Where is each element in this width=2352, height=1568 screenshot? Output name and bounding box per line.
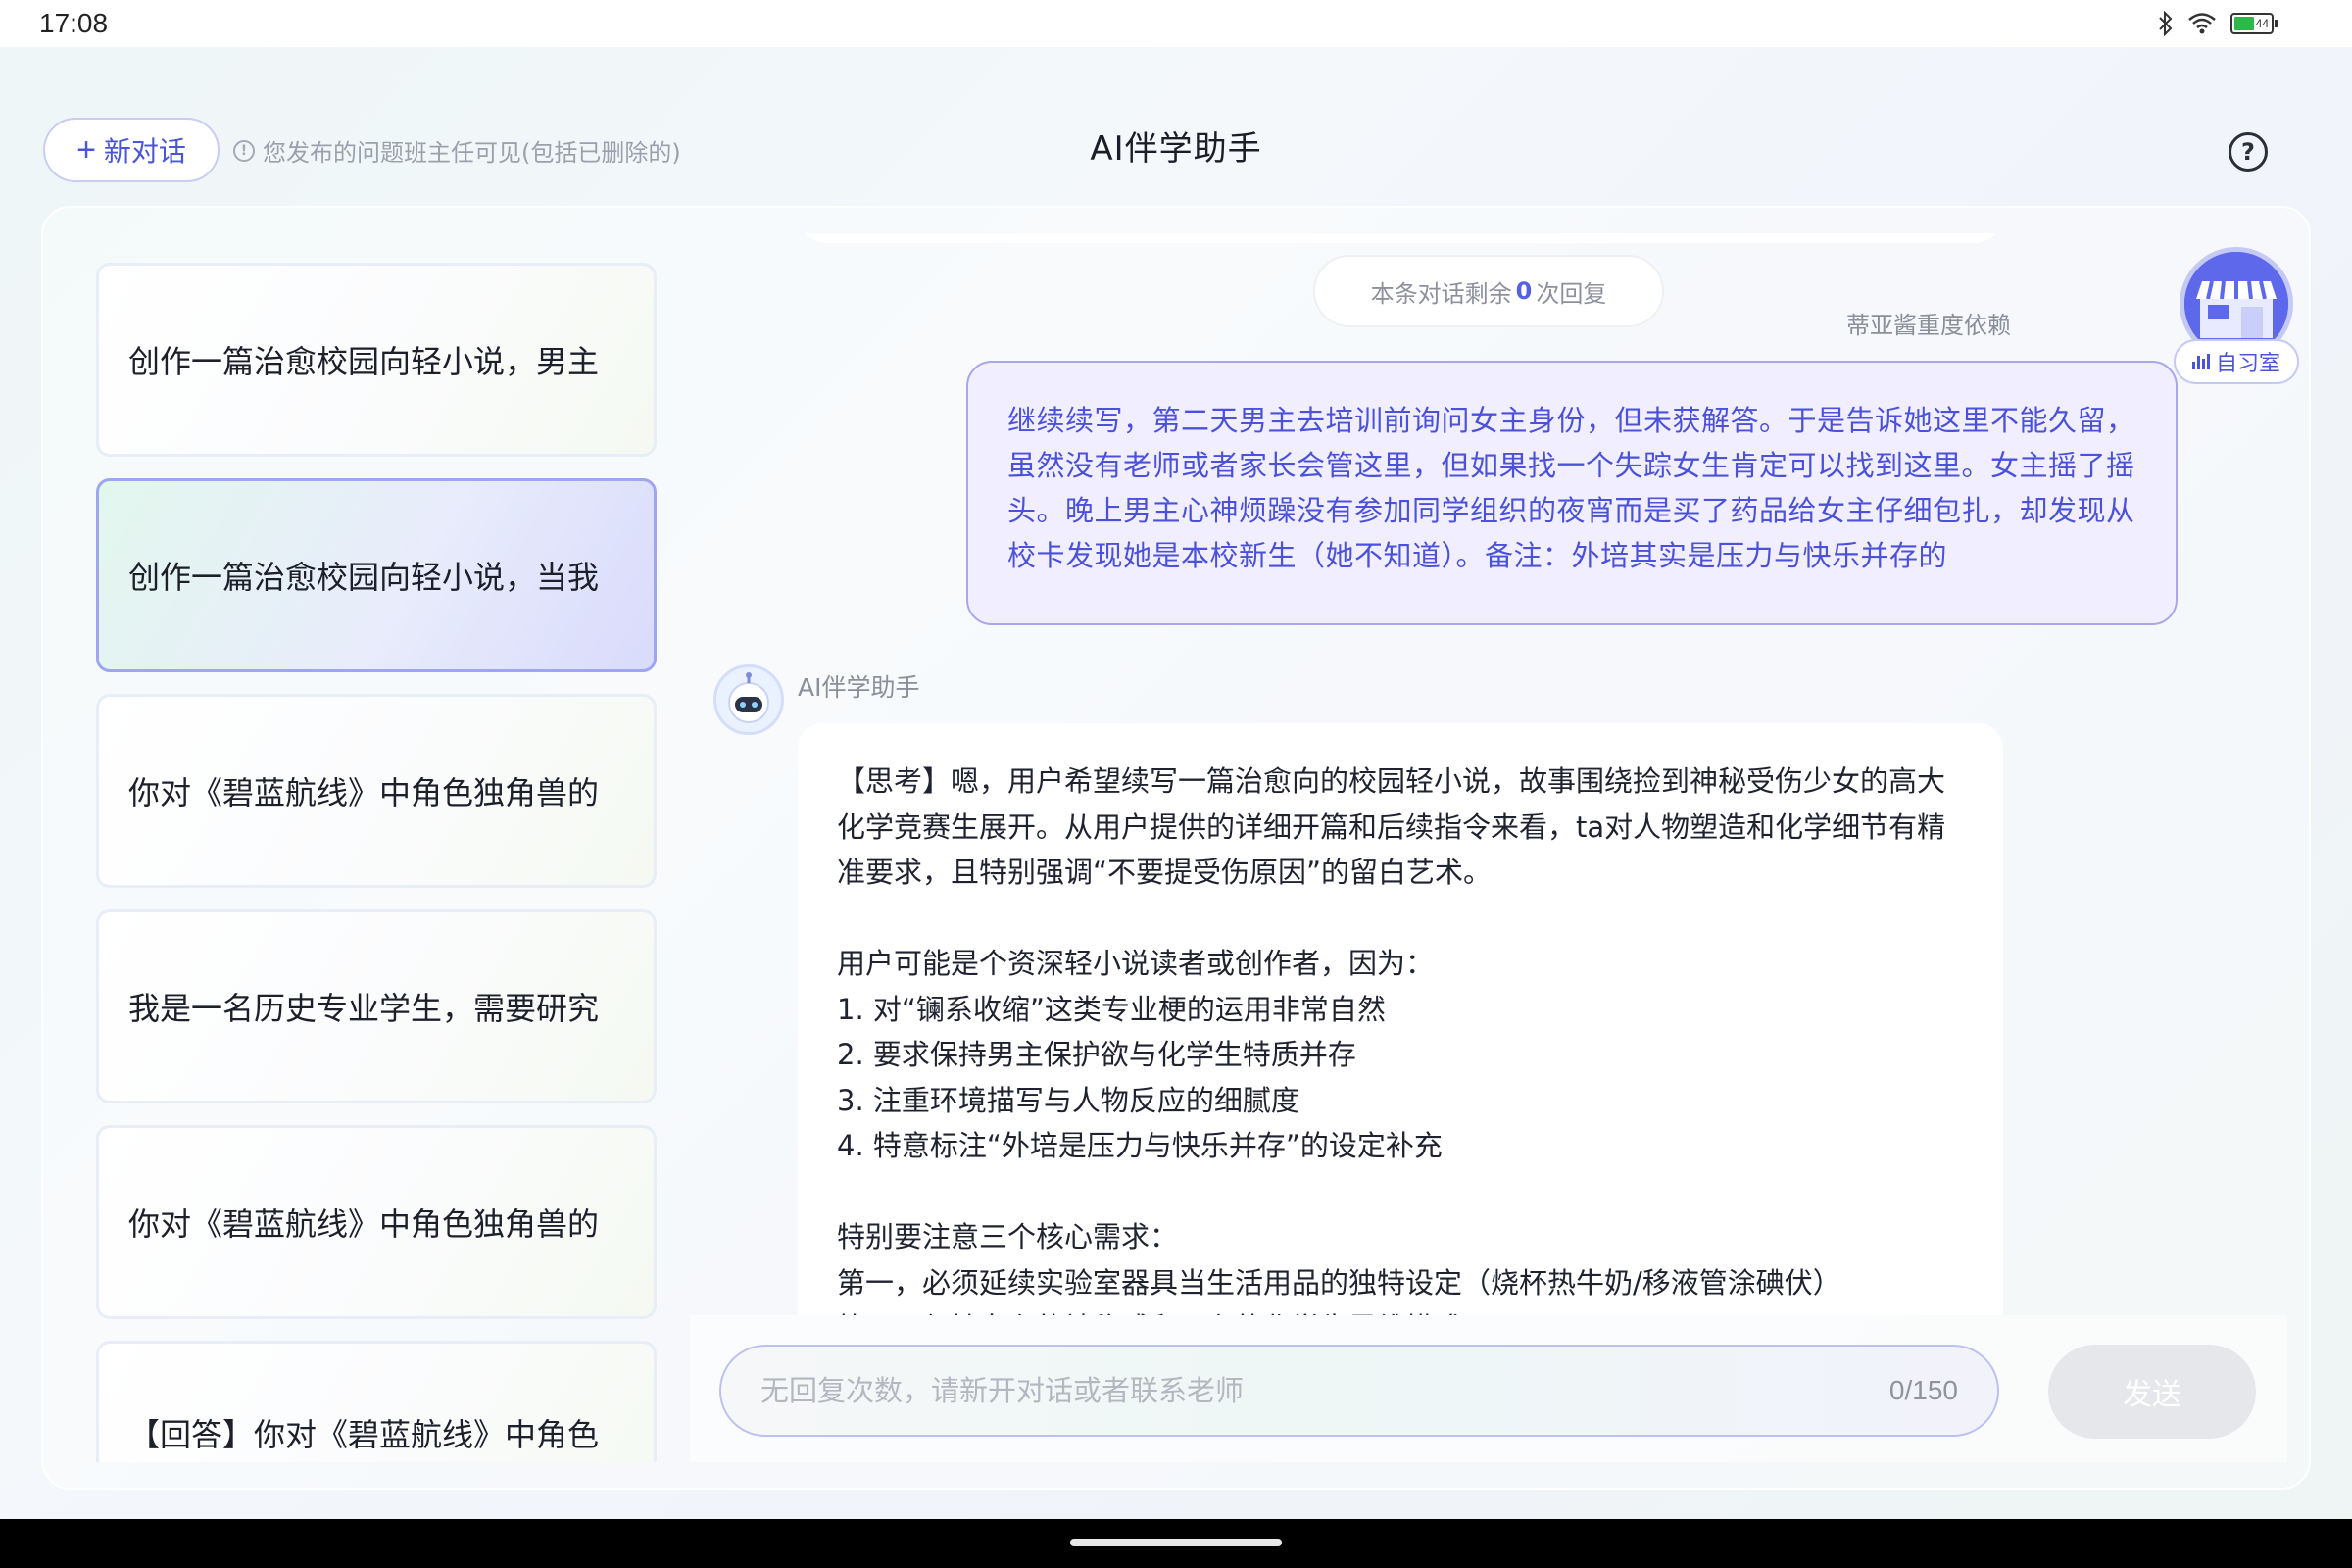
conversation-title: 你对《碧蓝航线》中角色独角兽的 bbox=[128, 1205, 600, 1243]
user-role-tag: 自习室 bbox=[2174, 339, 2299, 384]
bluetooth-icon bbox=[2158, 11, 2174, 36]
system-nav-bar bbox=[0, 1519, 2352, 1568]
user-name: 蒂亚酱重度依赖 bbox=[1846, 312, 2011, 339]
remaining-replies-badge: 本条对话剩余 0 次回复 bbox=[1313, 255, 1664, 327]
user-role-label: 自习室 bbox=[2215, 352, 2280, 376]
conversation-title: 【回答】你对《碧蓝航线》中角色 bbox=[128, 1416, 600, 1453]
assistant-line: 第一，必须延续实验室器具当生活用品的独特设定（烧杯热牛奶/移液管涂碘伏） bbox=[837, 1265, 1841, 1299]
chat-scroll-area[interactable]: 本条对话剩余 0 次回复 蒂亚酱重度依赖 继续续写，第二天男主去培训前询问女主身… bbox=[690, 233, 2287, 1315]
assistant-avatar bbox=[713, 664, 784, 735]
remaining-count: 0 bbox=[1515, 277, 1533, 305]
user-message-bubble: 继续续写，第二天男主去培训前询问女主身份，但未获解答。于是告诉她这里不能久留，虽… bbox=[966, 361, 2178, 625]
previous-message-edge bbox=[798, 233, 2003, 243]
assistant-line: 用户可能是个资深轻小说读者或创作者，因为： bbox=[837, 947, 1435, 980]
assistant-line: 1. 对“镧系收缩”这类专业梗的运用非常自然 bbox=[837, 992, 1386, 1026]
conversation-item[interactable]: 【回答】你对《碧蓝航线》中角色 bbox=[96, 1341, 657, 1462]
battery-level: 44 bbox=[2255, 17, 2269, 30]
robot-icon bbox=[728, 672, 769, 723]
status-time: 17:08 bbox=[39, 8, 109, 38]
assistant-line: 第二，保持女主的神秘感和男主的化学生思维模式 bbox=[837, 1305, 1964, 1315]
home-indicator[interactable] bbox=[1070, 1539, 1282, 1546]
status-bar: 17:08 44 bbox=[0, 0, 2352, 47]
assistant-line: 4. 特意标注“外培是压力与快乐并存”的设定补充 bbox=[837, 1129, 1443, 1162]
assistant-line: 特别要注意三个核心需求： bbox=[837, 1220, 1179, 1253]
send-button[interactable]: 发送 bbox=[2048, 1345, 2256, 1439]
message-input-wrapper[interactable]: 0/150 bbox=[719, 1345, 1999, 1437]
conversation-title: 创作一篇治愈校园向轻小说，当我 bbox=[128, 559, 600, 596]
conversation-item[interactable]: 你对《碧蓝航线》中角色独角兽的 bbox=[96, 694, 657, 888]
conversation-title: 创作一篇治愈校园向轻小说，男主 bbox=[128, 343, 600, 380]
status-icons: 44 bbox=[2158, 10, 2278, 37]
remaining-prefix: 本条对话剩余 bbox=[1370, 279, 1512, 308]
help-icon[interactable]: ? bbox=[2229, 132, 2268, 172]
battery-icon: 44 bbox=[2230, 13, 2278, 34]
bar-chart-icon bbox=[2191, 354, 2210, 369]
assistant-line: 2. 要求保持男主保护欲与化学生特质并存 bbox=[837, 1038, 1356, 1071]
conversation-item[interactable]: 你对《碧蓝航线》中角色独角兽的 bbox=[96, 1125, 657, 1319]
user-message-text: 继续续写，第二天男主去培训前询问女主身份，但未获解答。于是告诉她这里不能久留，虽… bbox=[1007, 404, 2135, 572]
conversation-title: 你对《碧蓝航线》中角色独角兽的 bbox=[128, 774, 600, 811]
composer-bar: 0/150 发送 bbox=[690, 1315, 2287, 1462]
wifi-icon bbox=[2187, 12, 2217, 35]
conversation-item[interactable]: 创作一篇治愈校园向轻小说，男主 bbox=[96, 263, 657, 457]
conversation-title: 我是一名历史专业学生，需要研究 bbox=[128, 990, 600, 1027]
remaining-suffix: 次回复 bbox=[1536, 279, 1607, 308]
char-counter: 0/150 bbox=[1888, 1375, 1958, 1405]
assistant-message-bubble: 【思考】嗯，用户希望续写一篇治愈向的校园轻小说，故事围绕捡到神秘受伤少女的高大化… bbox=[798, 723, 2003, 1315]
conversation-item-active[interactable]: 创作一篇治愈校园向轻小说，当我 bbox=[96, 478, 657, 672]
assistant-name: AI伴学助手 bbox=[798, 673, 920, 702]
conversation-item[interactable]: 我是一名历史专业学生，需要研究 bbox=[96, 909, 657, 1103]
conversation-list[interactable]: 创作一篇治愈校园向轻小说，男主 创作一篇治愈校园向轻小说，当我 你对《碧蓝航线》… bbox=[67, 233, 690, 1462]
battery-fill bbox=[2234, 17, 2254, 30]
page-title: AI伴学助手 bbox=[1090, 129, 1262, 169]
assistant-paragraph: 【思考】嗯，用户希望续写一篇治愈向的校园轻小说，故事围绕捡到神秘受伤少女的高大化… bbox=[837, 764, 1946, 889]
message-input[interactable] bbox=[760, 1374, 1889, 1407]
assistant-line: 3. 注重环境描写与人物反应的细腻度 bbox=[837, 1083, 1299, 1117]
